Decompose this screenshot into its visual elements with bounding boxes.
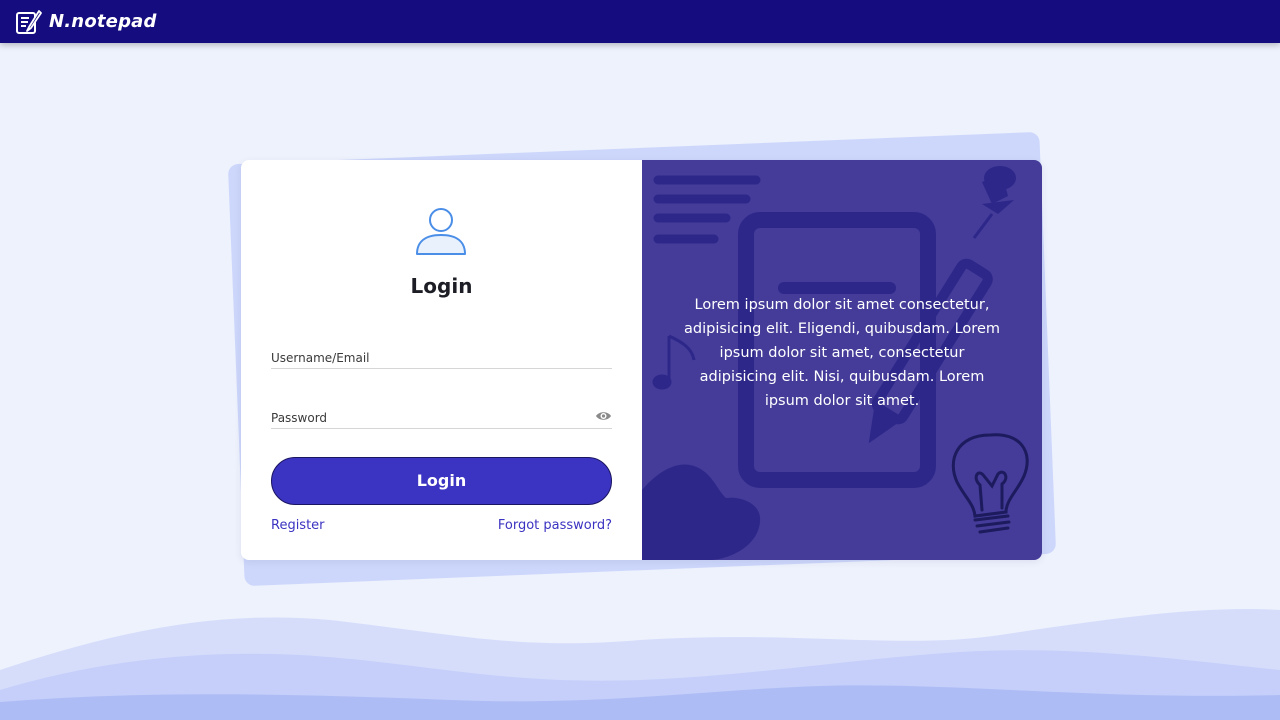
login-title: Login (410, 274, 473, 298)
promo-panel: Lorem ipsum dolor sit amet consectetur, … (642, 160, 1042, 560)
username-field-wrapper (271, 347, 612, 369)
background-waves (0, 609, 1280, 720)
forgot-password-link[interactable]: Forgot password? (498, 518, 612, 533)
top-navbar: N.notepad (0, 0, 1280, 43)
promo-text: Lorem ipsum dolor sit amet consectetur, … (684, 297, 1000, 409)
login-card: Login Login Register Forgot password? (241, 160, 1042, 560)
login-button[interactable]: Login (271, 457, 612, 505)
username-input[interactable] (271, 348, 612, 368)
brand-name[interactable]: N.notepad (49, 11, 157, 32)
password-input[interactable] (271, 408, 612, 428)
eye-icon[interactable] (595, 408, 612, 422)
notepad-pen-icon[interactable] (14, 8, 42, 36)
user-icon (414, 205, 468, 259)
login-panel: Login Login Register Forgot password? (241, 160, 642, 560)
register-link[interactable]: Register (271, 518, 325, 533)
password-field-wrapper (271, 407, 612, 429)
